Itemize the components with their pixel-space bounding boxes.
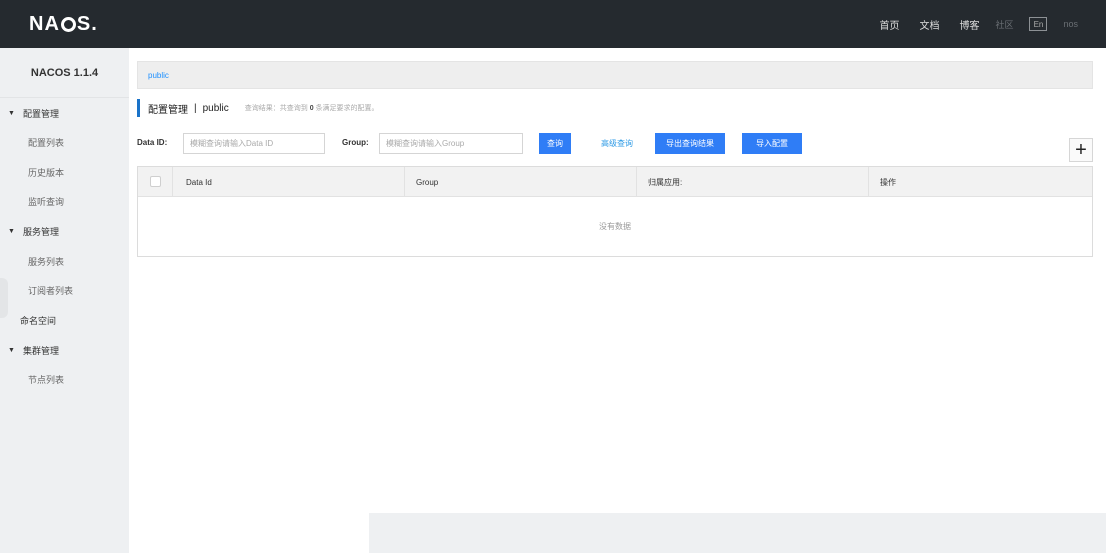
- sidebar-group-config[interactable]: ▼ 配置管理: [0, 98, 129, 128]
- language-switch-button[interactable]: En: [1029, 17, 1048, 31]
- namespace-bar: public: [137, 61, 1093, 89]
- triangle-down-icon: ▼: [8, 228, 15, 235]
- column-divider: [172, 167, 173, 197]
- column-divider: [404, 167, 405, 197]
- column-divider: [636, 167, 637, 197]
- logo-text-right: S.: [76, 12, 98, 35]
- empty-table-message: 没有数据: [599, 222, 631, 231]
- column-divider: [868, 167, 869, 197]
- data-id-input[interactable]: [183, 133, 325, 154]
- nav-home-link[interactable]: 首页: [879, 17, 899, 32]
- query-button[interactable]: 查询: [539, 133, 571, 154]
- sidebar-item-nodes[interactable]: 节点列表: [0, 365, 129, 395]
- column-header-app: 归属应用:: [648, 177, 683, 187]
- query-result-suffix: 条满足要求的配置。: [315, 105, 379, 112]
- plus-icon: +: [1075, 138, 1087, 161]
- group-label: Group:: [342, 138, 369, 147]
- logo-text-left: NA: [29, 12, 60, 35]
- query-result-count: 0: [309, 105, 314, 112]
- import-button[interactable]: 导入配置: [742, 133, 802, 154]
- top-nav: 首页 文档 博客 社区 En nos: [859, 0, 1078, 48]
- sidebar-item-config-list[interactable]: 配置列表: [0, 128, 129, 158]
- sidebar-item-service-list[interactable]: 服务列表: [0, 247, 129, 277]
- nav-blog-link[interactable]: 博客: [959, 17, 979, 32]
- sidebar-item-namespace[interactable]: 命名空间: [0, 306, 129, 336]
- sidebar: NACOS 1.1.4 ▼ 配置管理 配置列表 历史版本 监听查询 ▼ 服务管理…: [0, 48, 129, 553]
- sidebar-collapse-handle[interactable]: [0, 278, 8, 318]
- nav-community-link[interactable]: 社区: [995, 18, 1013, 31]
- sidebar-group-service[interactable]: ▼ 服务管理: [0, 217, 129, 247]
- sidebar-group-label: 配置管理: [22, 108, 59, 119]
- page-namespace: public: [202, 102, 229, 114]
- logo-ring-icon: [60, 16, 76, 32]
- sidebar-group-label: 服务管理: [22, 227, 59, 237]
- column-header-actions: 操作: [880, 177, 896, 187]
- export-button[interactable]: 导出查询结果: [655, 133, 725, 154]
- sidebar-group-cluster[interactable]: ▼ 集群管理: [0, 335, 129, 365]
- triangle-down-icon: ▼: [8, 346, 15, 354]
- nav-docs-link[interactable]: 文档: [919, 17, 939, 32]
- filter-row: Data ID: Group: 查询 高级查询 导出查询结果 导入配置: [137, 133, 1097, 155]
- table-header: Data Id Group 归属应用: 操作: [138, 167, 1092, 197]
- query-result-prefix: 查询结果：共查询到: [244, 105, 308, 112]
- version-label: NACOS 1.1.4: [0, 48, 129, 98]
- select-all-checkbox[interactable]: [150, 176, 161, 187]
- title-separator: |: [194, 102, 197, 114]
- advanced-query-link[interactable]: 高级查询: [601, 138, 633, 149]
- triangle-down-icon: ▼: [8, 109, 15, 117]
- column-header-data-id: Data Id: [186, 177, 212, 187]
- column-header-group: Group: [416, 177, 439, 187]
- namespace-link-public[interactable]: public: [148, 71, 169, 80]
- data-id-label: Data ID:: [137, 138, 168, 147]
- sidebar-item-subscribers[interactable]: 订阅者列表: [0, 276, 129, 306]
- sidebar-item-history[interactable]: 历史版本: [0, 158, 129, 188]
- add-config-button[interactable]: +: [1069, 138, 1093, 162]
- sidebar-group-label: 集群管理: [22, 345, 59, 356]
- top-navbar: NA S. 首页 文档 博客 社区 En nos: [0, 0, 1106, 48]
- nav-user-link[interactable]: nos: [1063, 19, 1078, 29]
- nacos-logo[interactable]: NA S.: [29, 11, 98, 37]
- bottom-panel: [369, 513, 1106, 553]
- config-table: Data Id Group 归属应用: 操作 没有数据: [137, 166, 1093, 257]
- page-header: 配置管理 | public 查询结果：共查询到 0 条满足要求的配置。: [137, 99, 379, 117]
- query-result-text: 查询结果：共查询到 0 条满足要求的配置。: [245, 103, 379, 113]
- page-title: 配置管理: [148, 104, 188, 116]
- group-input[interactable]: [379, 133, 523, 154]
- sidebar-item-listener[interactable]: 监听查询: [0, 187, 129, 217]
